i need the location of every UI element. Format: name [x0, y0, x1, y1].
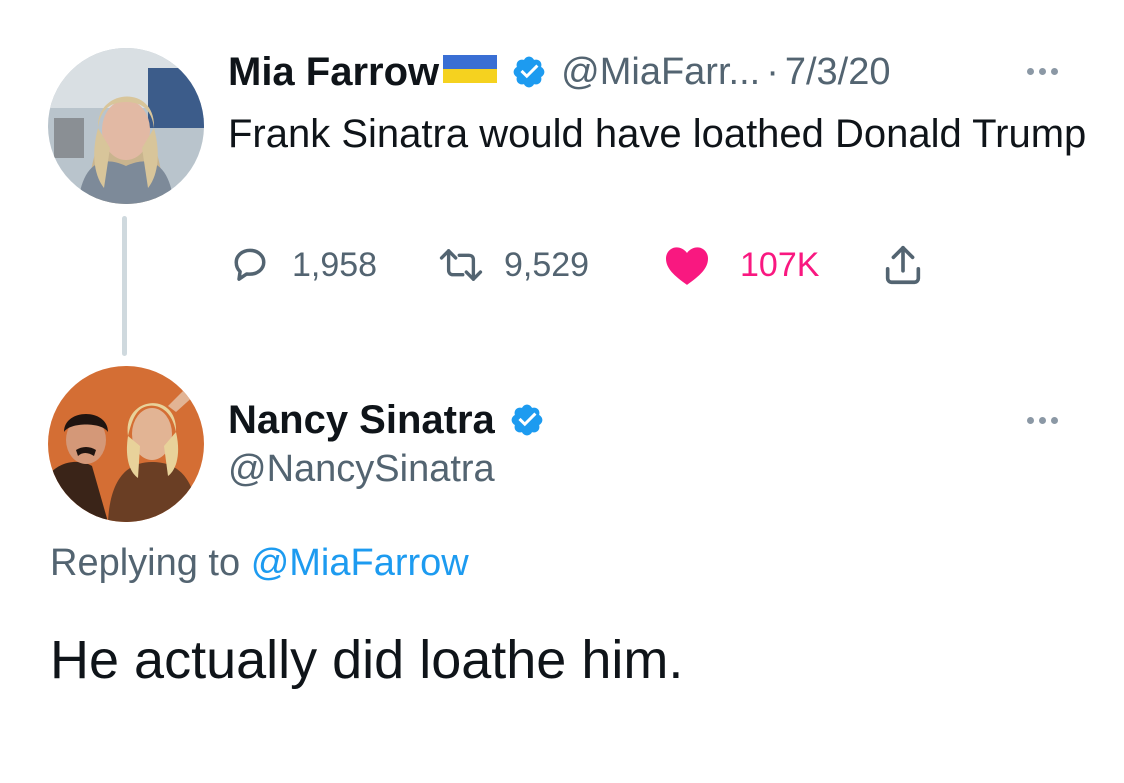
more-icon[interactable] — [1027, 417, 1058, 424]
author-handle[interactable]: @NancySinatra — [228, 448, 495, 491]
reply-button[interactable]: 1,958 — [228, 240, 377, 290]
retweet-icon — [439, 249, 483, 281]
replying-prefix: Replying to — [50, 542, 241, 584]
retweet-count: 9,529 — [504, 245, 590, 284]
share-button[interactable] — [880, 240, 926, 290]
avatar-nancy-sinatra[interactable] — [48, 366, 204, 522]
more-icon[interactable] — [1027, 68, 1058, 75]
reply-icon — [234, 248, 266, 281]
author-handle[interactable]: @MiaFarr... — [561, 51, 760, 94]
tweet1-header: Mia Farrow @MiaFarr... · 7/3/20 — [228, 46, 891, 98]
author-name[interactable]: Nancy Sinatra — [228, 398, 495, 443]
tweet-text: He actually did loathe him. — [50, 630, 684, 690]
replying-mention-link[interactable]: @MiaFarrow — [251, 542, 469, 584]
verified-icon[interactable] — [509, 402, 545, 438]
tweet2-header: Nancy Sinatra — [228, 394, 545, 446]
verified-icon[interactable] — [511, 54, 547, 90]
like-count: 107K — [740, 245, 820, 284]
tweet-text: Frank Sinatra would have loathed Donald … — [228, 112, 1087, 156]
replying-to: Replying to @MiaFarrow — [50, 542, 469, 585]
retweet-button[interactable]: 9,529 — [438, 240, 589, 290]
ukraine-flag-icon — [443, 55, 498, 83]
share-icon — [885, 245, 921, 285]
thread-line — [122, 216, 127, 356]
tweet-actions: 1,958 9,529 107K — [228, 240, 948, 290]
tweet-date[interactable]: 7/3/20 — [785, 51, 891, 94]
author-name[interactable]: Mia Farrow — [228, 50, 439, 95]
separator: · — [766, 50, 779, 93]
like-button[interactable]: 107K — [664, 240, 819, 290]
like-icon — [666, 247, 708, 285]
avatar-mia-farrow[interactable] — [48, 48, 204, 204]
reply-count: 1,958 — [292, 245, 378, 284]
